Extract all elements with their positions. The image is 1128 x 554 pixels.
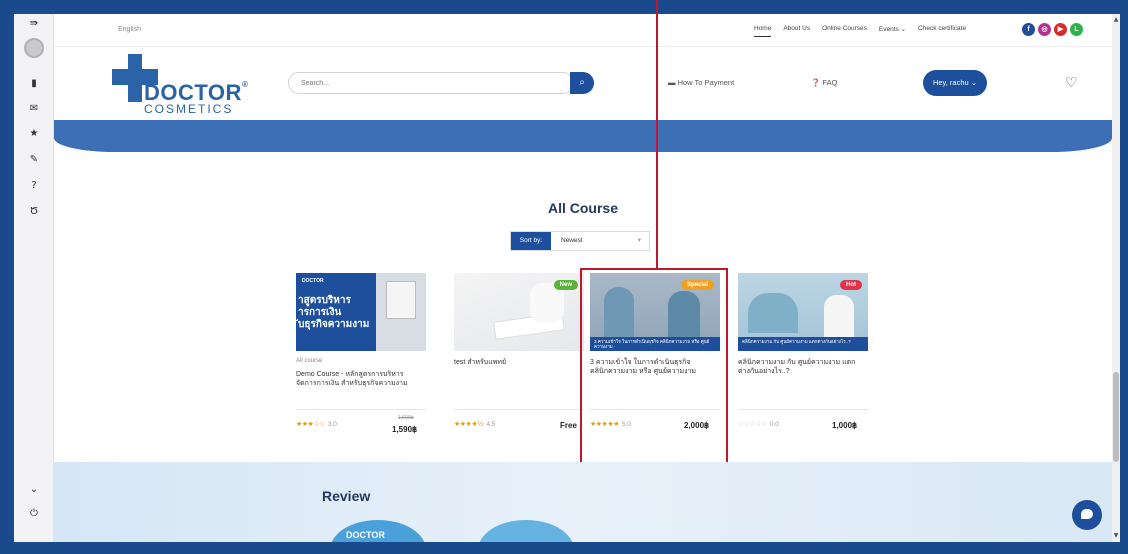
search-button[interactable]: ⌕: [570, 72, 594, 94]
scroll-down-icon[interactable]: ▼: [1112, 532, 1120, 539]
thumbnail-text: าสูตรบริหาร ารการเงิน ับธุรกิจความงาม: [298, 295, 370, 330]
thumbnail-caption: คลินิกความงาม กับ ศูนย์ความงาม แตกต่างกั…: [738, 337, 868, 351]
page-viewport: English Home About Us Online Courses Eve…: [54, 14, 1112, 542]
avatar[interactable]: [24, 38, 44, 58]
highlight-box: [580, 268, 728, 464]
course-thumbnail: คลินิกความงาม กับ ศูนย์ความงาม แตกต่างกั…: [738, 273, 868, 351]
chevron-down-icon: ⌄: [900, 26, 907, 33]
review-section: [54, 462, 1112, 542]
expand-icon[interactable]: ⇛: [14, 18, 54, 29]
nav-home[interactable]: Home: [754, 25, 772, 37]
course-price: 1,000฿: [832, 421, 858, 430]
course-price: 1,590฿: [392, 425, 418, 434]
card-divider: [738, 409, 868, 410]
instagram-icon[interactable]: ◎: [1038, 23, 1051, 36]
star-rating: ★★★☆☆ 3.0: [296, 420, 337, 428]
thumbnail-brand: DOCTOR: [302, 278, 324, 284]
course-title[interactable]: Demo Course - หลักสูตรการบริหารจัดการการ…: [296, 370, 416, 388]
sort-label: Sort by:: [511, 232, 551, 250]
book-icon[interactable]: ▮: [14, 78, 54, 89]
chat-button[interactable]: [1072, 500, 1102, 530]
calculator-illustration: [386, 281, 416, 319]
nav-about-us[interactable]: About Us: [783, 25, 810, 37]
rating-value: 4.5: [486, 421, 496, 428]
top-nav: Home About Us Online Courses Events ⌄ Ch…: [754, 25, 966, 37]
star-icon[interactable]: ★: [14, 128, 54, 139]
course-thumbnail: DOCTOR าสูตรบริหาร ารการเงิน ับธุรกิจควา…: [296, 273, 426, 351]
course-card[interactable]: DOCTOR าสูตรบริหาร ารการเงิน ับธุรกิจควา…: [296, 273, 426, 449]
question-icon: ❓: [811, 78, 821, 87]
mail-icon[interactable]: ✉: [14, 103, 54, 114]
logo-registered: ®: [241, 80, 249, 89]
how-to-payment-link[interactable]: ▬ How To Payment: [668, 78, 734, 87]
sort-value: Newest: [561, 237, 583, 244]
chevron-down-icon[interactable]: ⌄: [14, 484, 54, 495]
nav-events[interactable]: Events ⌄: [879, 25, 906, 37]
faq-link[interactable]: ❓ FAQ: [811, 78, 837, 87]
scroll-up-icon[interactable]: ▲: [1112, 16, 1120, 23]
mini-sidebar: ⇛ ▮ ✉ ★ ✎ ? Ծ ⌄ ⏻: [14, 14, 54, 542]
section-title: All Course: [547, 200, 618, 216]
social-links: f ◎ ▶ L: [1022, 23, 1083, 36]
review-title: Review: [322, 488, 371, 504]
header-band: [54, 120, 1112, 152]
payment-icon: ▬: [668, 78, 676, 87]
user-menu-button[interactable]: Hey, rachu ⌄: [923, 70, 987, 96]
help-icon[interactable]: ?: [14, 180, 54, 191]
search-input[interactable]: [288, 72, 574, 94]
caret-down-icon: ▾: [637, 237, 641, 244]
medal-icon[interactable]: Ծ: [14, 206, 54, 217]
top-divider: [54, 46, 1112, 47]
card-divider: [296, 409, 426, 410]
sort-select[interactable]: Newest ▾: [551, 232, 649, 250]
stars-icon: ★★★★½: [454, 420, 484, 428]
rating-value: 3.0: [327, 421, 337, 428]
rating-value: 0.0: [769, 421, 779, 428]
course-category: All course: [296, 358, 323, 364]
course-card[interactable]: คลินิกความงาม กับ ศูนย์ความงาม แตกต่างกั…: [738, 273, 868, 449]
search-icon: ⌕: [579, 77, 585, 88]
nav-events-label: Events: [878, 26, 899, 33]
payment-label: How To Payment: [677, 78, 735, 87]
nav-check-certificate[interactable]: Check certificate: [918, 25, 966, 37]
new-badge: New: [553, 280, 578, 290]
star-rating: ☆☆☆☆☆ 0.0: [738, 420, 779, 428]
nav-online-courses[interactable]: Online Courses: [822, 25, 867, 37]
old-price: 1,590฿: [398, 415, 414, 421]
logo-cosmetics-text: COSMETICS: [144, 102, 234, 116]
course-title[interactable]: คลินิกความงาม กับ ศูนย์ความงาม แตกต่างกั…: [738, 358, 858, 376]
sort-control[interactable]: Sort by: Newest ▾: [510, 231, 650, 251]
faq-label: FAQ: [822, 78, 838, 87]
course-thumbnail: New: [454, 273, 584, 351]
line-icon[interactable]: L: [1070, 23, 1083, 36]
course-card[interactable]: New test สำหรับแพทย์ ★★★★½ 4.5 Free: [454, 273, 584, 449]
stars-icon: ☆☆☆☆☆: [738, 420, 767, 428]
course-price: Free: [560, 421, 577, 430]
star-rating: ★★★★½ 4.5: [454, 420, 495, 428]
card-divider: [454, 409, 584, 410]
language-switch[interactable]: English: [118, 26, 141, 33]
annotation-callout-line: [656, 0, 658, 268]
youtube-icon[interactable]: ▶: [1054, 23, 1067, 36]
pen-icon[interactable]: ✎: [14, 154, 54, 165]
scroll-thumb[interactable]: [1113, 372, 1119, 462]
hot-badge: Hot: [840, 280, 862, 290]
stars-icon: ★★★☆☆: [296, 420, 325, 428]
review-badge-text: DOCTOR: [346, 530, 385, 540]
facebook-icon[interactable]: f: [1022, 23, 1035, 36]
patient-figure: [748, 293, 798, 333]
course-title[interactable]: test สำหรับแพทย์: [454, 358, 574, 367]
scrollbar[interactable]: ▲ ▼: [1112, 14, 1120, 542]
power-icon[interactable]: ⏻: [14, 508, 54, 519]
heart-icon[interactable]: ♡: [1065, 74, 1078, 91]
